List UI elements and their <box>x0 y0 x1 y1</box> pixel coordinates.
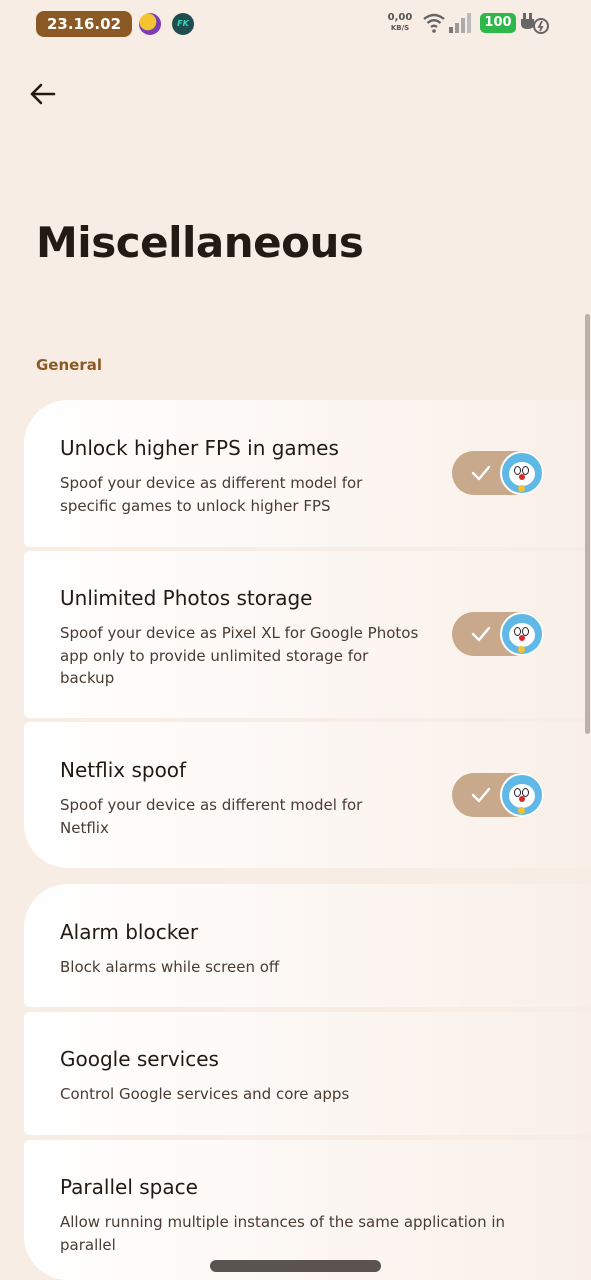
section-title: General <box>36 356 102 374</box>
wifi-icon <box>423 13 445 33</box>
item-description: Spoof your device as different model for… <box>60 474 363 515</box>
charging-icon <box>521 13 549 34</box>
check-icon <box>471 787 491 803</box>
network-speed-unit: KB/S <box>390 24 410 32</box>
item-description: Spoof your device as Pixel XL for Google… <box>60 624 419 687</box>
item-title: Parallel space <box>60 1175 198 1199</box>
list-item[interactable]: Parallel space Allow running multiple in… <box>24 1140 591 1280</box>
check-icon <box>471 465 491 481</box>
toggle-switch[interactable] <box>452 451 544 495</box>
network-speed: 0,00 KB/S <box>384 12 416 34</box>
list-item[interactable]: Netflix spoof Spoof your device as diffe… <box>24 722 591 868</box>
item-title: Unlimited Photos storage <box>60 586 313 610</box>
status-time: 23.16.02 <box>36 11 132 37</box>
item-description: Allow running multiple instances of the … <box>60 1213 506 1254</box>
toggle-switch[interactable] <box>452 773 544 817</box>
list-item[interactable]: Unlock higher FPS in games Spoof your de… <box>24 400 591 547</box>
item-description: Block alarms while screen off <box>60 958 280 976</box>
battery-indicator: 100 <box>480 13 516 33</box>
check-icon <box>471 626 491 642</box>
item-title: Google services <box>60 1047 219 1071</box>
doraemon-thumb-icon <box>500 773 544 817</box>
scrollbar[interactable] <box>585 314 590 734</box>
toggle-switch[interactable] <box>452 612 544 656</box>
arrow-left-icon <box>30 83 56 105</box>
item-title: Netflix spoof <box>60 758 187 782</box>
list-item[interactable]: Google services Control Google services … <box>24 1012 591 1135</box>
network-speed-value: 0,00 <box>387 12 413 23</box>
signal-icon <box>449 13 471 33</box>
page-title: Miscellaneous <box>36 218 364 267</box>
list-item[interactable]: Alarm blocker Block alarms while screen … <box>24 884 591 1007</box>
back-button[interactable] <box>24 78 60 110</box>
item-description: Control Google services and core apps <box>60 1085 350 1103</box>
doraemon-thumb-icon <box>500 612 544 656</box>
home-indicator[interactable] <box>210 1260 381 1272</box>
item-title: Unlock higher FPS in games <box>60 436 339 460</box>
game-app-icon <box>139 13 161 35</box>
item-description: Spoof your device as different model for… <box>60 796 363 837</box>
fk-app-icon: FK <box>172 13 194 35</box>
item-title: Alarm blocker <box>60 920 199 944</box>
doraemon-thumb-icon <box>500 451 544 495</box>
status-bar: 23.16.02 FK 0,00 KB/S 100 <box>0 0 591 48</box>
list-item[interactable]: Unlimited Photos storage Spoof your devi… <box>24 551 591 718</box>
